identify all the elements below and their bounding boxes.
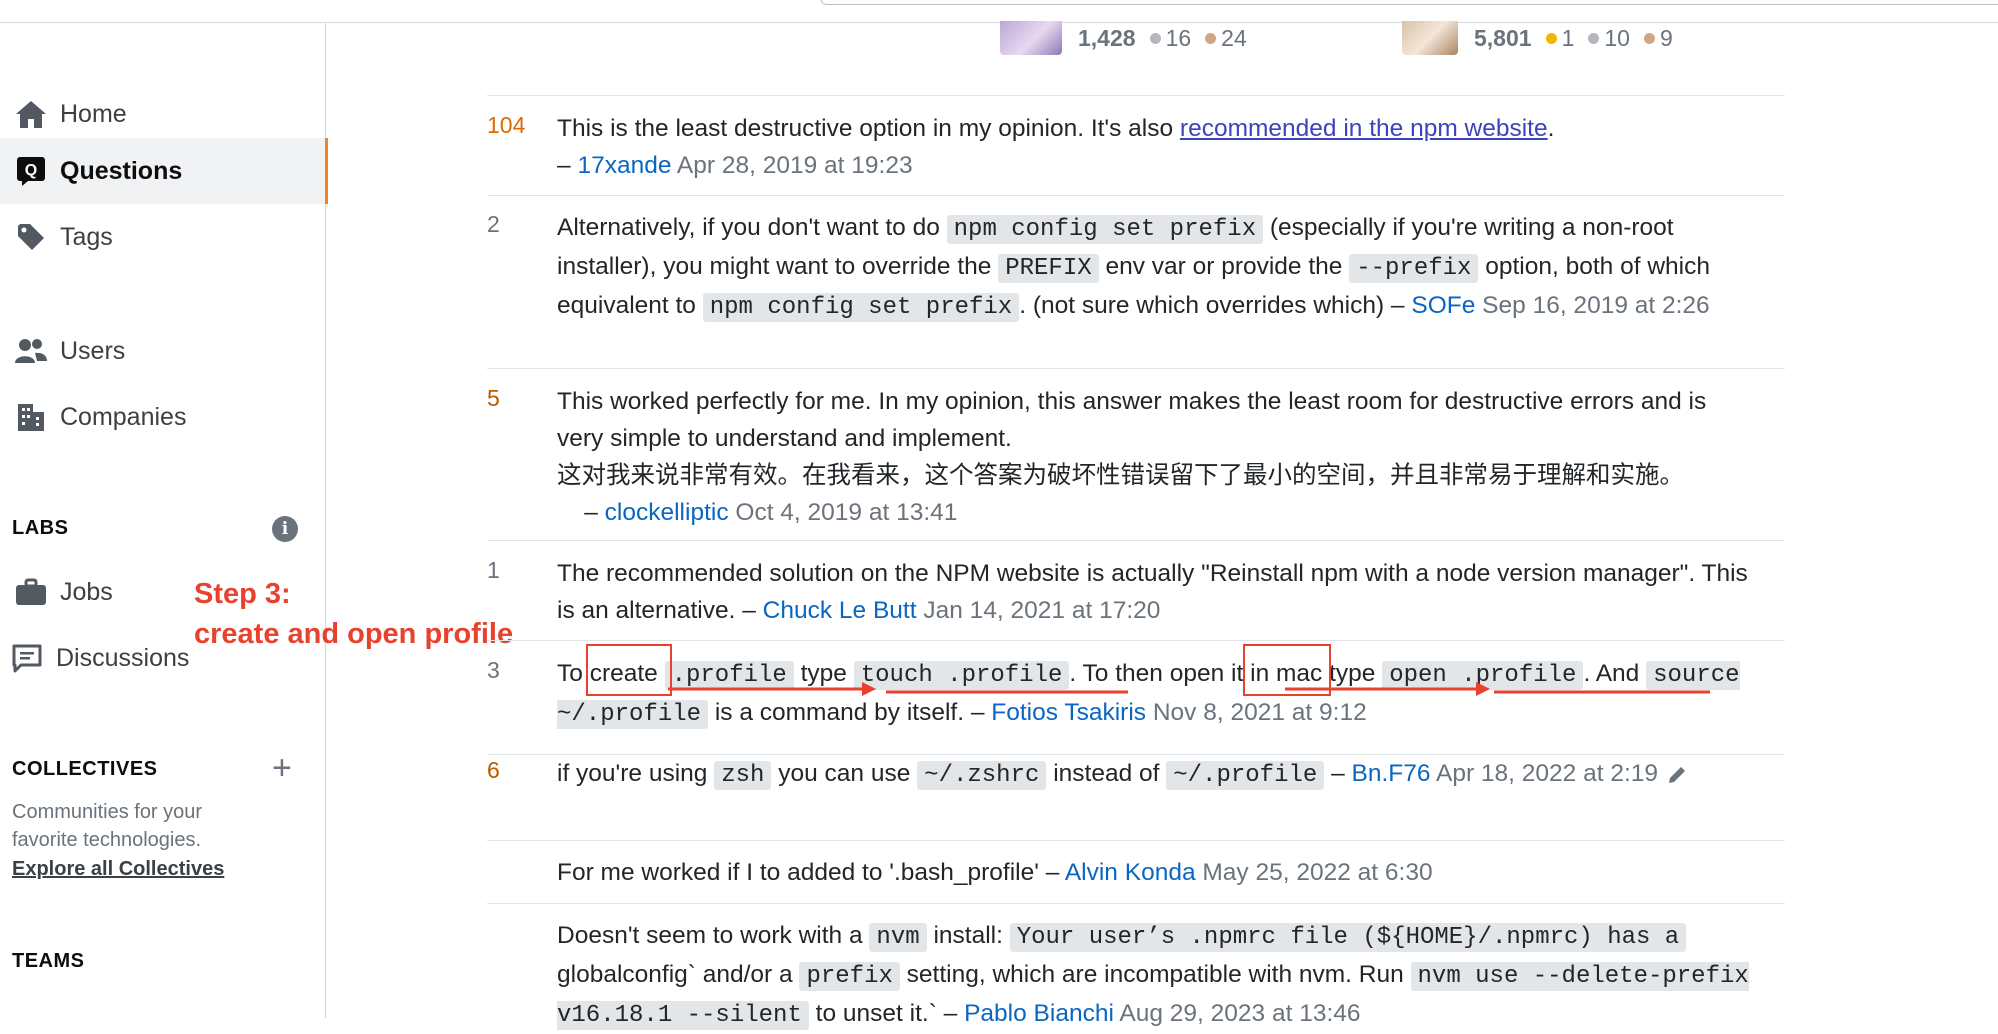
- annotation-arrows: [668, 682, 1710, 696]
